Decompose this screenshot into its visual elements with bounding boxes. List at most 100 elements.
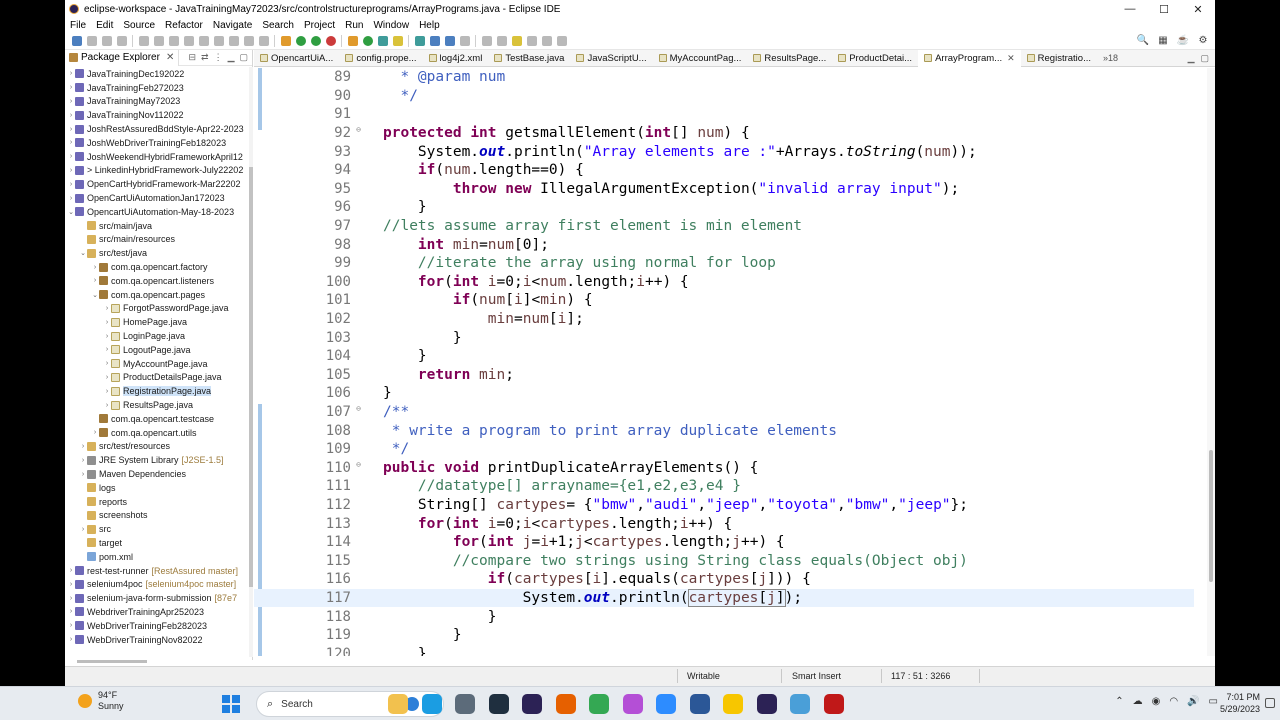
tree-item[interactable]: src/main/java [65,219,249,233]
tree-item[interactable]: › JoshWebDriverTrainingFeb182023 [65,136,249,150]
package-explorer-tab[interactable]: Package Explorer ✕ [65,49,180,66]
snipping-icon[interactable] [622,694,643,714]
tree-item[interactable]: › JavaTrainingNov112022 [65,108,249,122]
maximize-button[interactable]: ☐ [1147,0,1181,18]
minimize-button[interactable]: — [1113,0,1147,18]
dell-icon[interactable] [488,694,509,714]
tree-item[interactable]: › com.qa.opencart.listeners [65,274,249,288]
tree-item[interactable]: › rest-test-runner [RestAssured master] [65,564,249,578]
menu-file[interactable]: File [65,20,91,31]
minimize-view-icon[interactable]: ▁ [228,52,235,63]
chevron-down-icon[interactable]: ⌄ [67,208,75,216]
debug-perspective-icon[interactable]: ⚙ [1197,34,1209,46]
chevron-right-icon[interactable]: › [103,333,111,340]
chrome-icon[interactable] [589,694,609,714]
chevron-right-icon[interactable]: › [67,70,75,77]
chevron-right-icon[interactable]: › [79,526,87,533]
tree-item[interactable]: › JRE System Library [J2SE-1.5] [65,453,249,467]
tree-item[interactable]: ⌄ com.qa.opencart.pages [65,288,249,302]
fold-toggle-icon[interactable]: ⊖ [356,460,361,469]
tree-item[interactable]: › MyAccountPage.java [65,357,249,371]
close-icon[interactable]: ✕ [1007,53,1015,64]
firefox-icon[interactable] [555,694,576,714]
tree-item[interactable]: src/main/resources [65,233,249,247]
chevron-right-icon[interactable]: › [91,264,99,271]
chevron-right-icon[interactable]: › [67,139,75,146]
prev-annotation-icon[interactable] [496,35,507,46]
forward-icon[interactable] [541,35,552,46]
tree-item[interactable]: › ResultsPage.java [65,398,249,412]
chevron-down-icon[interactable]: ⌄ [79,249,87,257]
tree-item[interactable]: › JoshWeekendHybridFrameworkApril12 [65,150,249,164]
chevron-right-icon[interactable]: › [91,429,99,436]
chevron-right-icon[interactable]: › [67,595,75,602]
editor-tab[interactable]: OpencartUiA... [254,50,339,67]
tree-item[interactable]: › LogoutPage.java [65,343,249,357]
chevron-right-icon[interactable]: › [67,153,75,160]
chevron-right-icon[interactable]: › [67,84,75,91]
chevron-right-icon[interactable]: › [67,181,75,188]
print-icon[interactable] [116,35,127,46]
chevron-right-icon[interactable]: › [67,622,75,629]
fold-toggle-icon[interactable]: ⊖ [356,125,361,134]
eclipse-taskbar-icon[interactable] [522,694,542,714]
menu-window[interactable]: Window [368,20,414,31]
new-icon[interactable] [71,35,82,46]
camera-icon[interactable] [455,694,475,714]
tree-item[interactable]: › selenium-java-form-submission [87e7 [65,591,249,605]
tree-item[interactable]: reports [65,495,249,509]
editor-tab[interactable]: config.prope... [339,50,422,67]
editor-scroll-thumb[interactable] [1209,450,1213,582]
chevron-right-icon[interactable]: › [67,567,75,574]
battery-icon[interactable]: ▭ [1209,696,1218,707]
chevron-right-icon[interactable]: › [103,402,111,409]
editor-tab[interactable]: JavaScriptU... [570,50,652,67]
last-edit-icon[interactable] [511,35,522,46]
tree-item[interactable]: logs [65,481,249,495]
resume-icon[interactable] [168,35,179,46]
network-app-icon[interactable] [790,694,810,714]
pin-editor-icon[interactable] [556,35,567,46]
step-into-icon[interactable] [228,35,239,46]
collapse-all-icon[interactable]: ⊟ [188,52,196,63]
tree-item[interactable]: › ProductDetailsPage.java [65,371,249,385]
editor-tab[interactable]: log4j2.xml [423,50,489,67]
chevron-right-icon[interactable]: › [103,319,111,326]
save-icon[interactable] [86,35,97,46]
tree-item[interactable]: › ForgotPasswordPage.java [65,302,249,316]
coverage-icon[interactable] [310,35,321,46]
chevron-right-icon[interactable]: › [67,636,75,643]
tree-item[interactable]: › RegistrationPage.java [65,384,249,398]
chevron-right-icon[interactable]: › [79,443,87,450]
search-icon[interactable]: 🔍 [1137,34,1149,46]
tree-item[interactable]: › JoshRestAssuredBddStyle-Apr22-2023 [65,122,249,136]
editor-tab[interactable]: ProductDetai... [832,50,918,67]
mcafee-icon[interactable] [823,694,844,714]
menu-search[interactable]: Search [257,20,299,31]
editor-tab[interactable]: TestBase.java [488,50,570,67]
tree-item[interactable]: › > LinkedinHybridFramework-July22202 [65,164,249,178]
tree-item[interactable]: pom.xml [65,550,249,564]
step-return-icon[interactable] [258,35,269,46]
tree-item[interactable]: › WebDriverTrainingNov82022 [65,633,249,647]
fold-toggle-icon[interactable]: ⊖ [356,404,361,413]
notification-icon[interactable] [1265,698,1275,708]
chevron-right-icon[interactable]: › [67,112,75,119]
link-editor-icon[interactable]: ⇄ [201,52,209,63]
tree-item[interactable]: › src/test/resources [65,440,249,454]
menu-run[interactable]: Run [340,20,368,31]
explorer-scroll-thumb[interactable] [249,167,253,587]
java-perspective-icon[interactable]: ☕ [1177,34,1189,46]
volume-icon[interactable]: 🔊 [1187,696,1199,707]
terminate-icon[interactable] [198,35,209,46]
new-java-project-icon[interactable] [347,35,358,46]
wifi-icon[interactable]: ◠ [1169,696,1178,707]
chevron-right-icon[interactable]: › [103,346,111,353]
weather-widget[interactable]: 94°F Sunny [78,690,124,712]
new-package-icon[interactable] [362,35,373,46]
chevron-right-icon[interactable]: › [67,167,75,174]
explorer-hscrollbar[interactable] [77,660,147,663]
tree-item[interactable]: › src [65,522,249,536]
minimize-view-icon[interactable]: ▁ [1188,53,1195,64]
tree-item[interactable]: › LoginPage.java [65,329,249,343]
